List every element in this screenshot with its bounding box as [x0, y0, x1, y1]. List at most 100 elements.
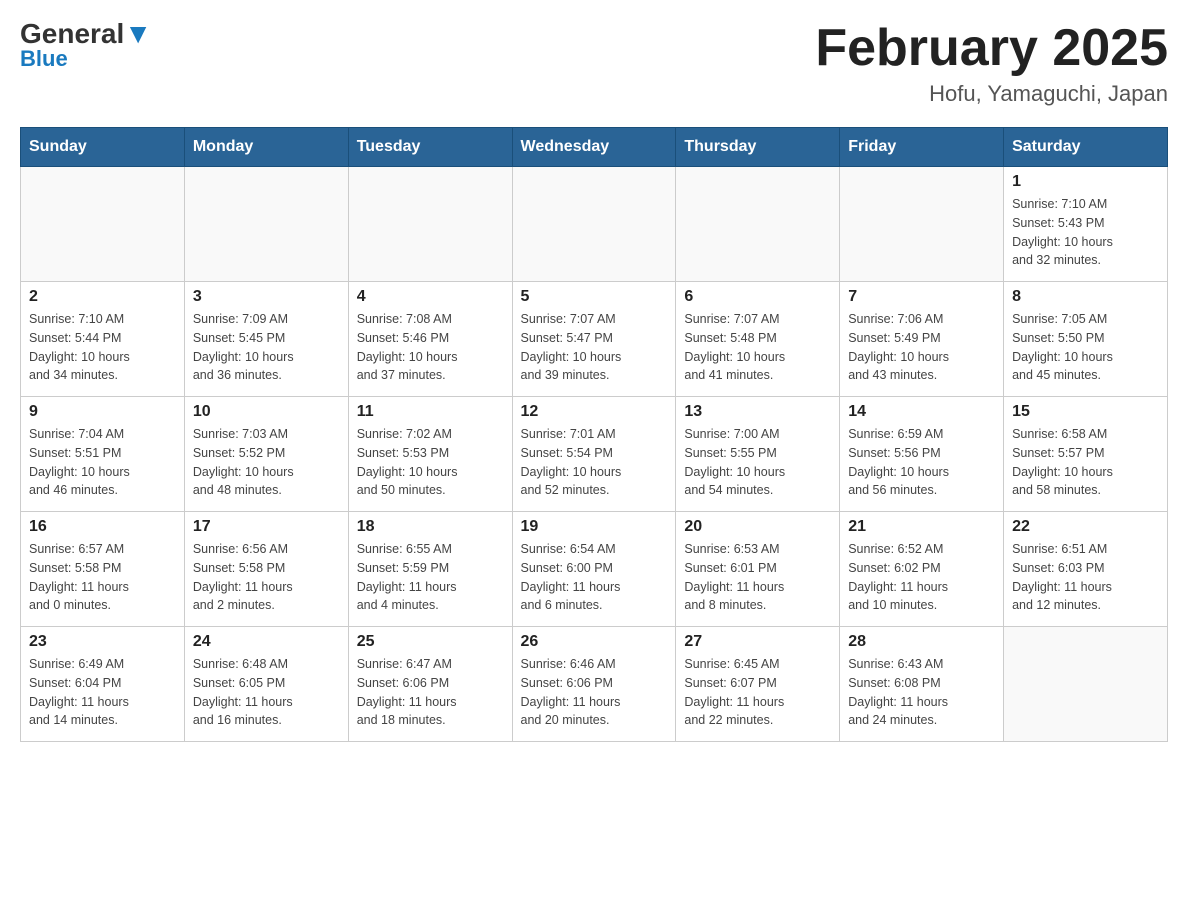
calendar-cell: 14 Sunrise: 6:59 AM Sunset: 5:56 PM Dayli…: [840, 397, 1004, 512]
day-number: 23: [29, 633, 176, 651]
calendar-cell: 9Sunrise: 7:04 AM Sunset: 5:51 PM Daylig…: [21, 397, 185, 512]
day-info: Sunrise: 6:47 AM Sunset: 6:06 PM Dayligh…: [357, 655, 504, 730]
day-number: 11: [357, 403, 504, 421]
day-number: 21: [848, 518, 995, 536]
day-info: Sunrise: 7:05 AM Sunset: 5:50 PM Dayligh…: [1012, 310, 1159, 385]
day-info: Sunrise: 6:57 AM Sunset: 5:58 PM Dayligh…: [29, 540, 176, 615]
calendar-cell: 23 Sunrise: 6:49 AM Sunset: 6:04 PM Dayli…: [21, 627, 185, 742]
col-friday: Friday: [840, 128, 1004, 167]
day-info: Sunrise: 7:08 AM Sunset: 5:46 PM Dayligh…: [357, 310, 504, 385]
day-info: Sunrise: 7:10 AM Sunset: 5:44 PM Dayligh…: [29, 310, 176, 385]
day-number: 16: [29, 518, 176, 536]
day-number: 24: [193, 633, 340, 651]
day-info: Sunrise: 6:59 AM Sunset: 5:56 PM Dayligh…: [848, 425, 995, 500]
calendar-cell: 17 Sunrise: 6:56 AM Sunset: 5:58 PM Dayli…: [184, 512, 348, 627]
calendar-cell: 24 Sunrise: 6:48 AM Sunset: 6:05 PM Dayli…: [184, 627, 348, 742]
calendar-cell: [840, 167, 1004, 282]
day-info: Sunrise: 7:03 AM Sunset: 5:52 PM Dayligh…: [193, 425, 340, 500]
day-number: 2: [29, 288, 176, 306]
day-info: Sunrise: 6:58 AM Sunset: 5:57 PM Dayligh…: [1012, 425, 1159, 500]
day-info: Sunrise: 6:48 AM Sunset: 6:05 PM Dayligh…: [193, 655, 340, 730]
day-number: 15: [1012, 403, 1159, 421]
page-header: General▼ Blue February 2025 Hofu, Yamagu…: [20, 20, 1168, 107]
location-subtitle: Hofu, Yamaguchi, Japan: [815, 81, 1168, 107]
calendar-cell: 28Sunrise: 6:43 AM Sunset: 6:08 PM Dayli…: [840, 627, 1004, 742]
day-number: 10: [193, 403, 340, 421]
day-number: 13: [684, 403, 831, 421]
day-info: Sunrise: 7:07 AM Sunset: 5:48 PM Dayligh…: [684, 310, 831, 385]
calendar-cell: 7 Sunrise: 7:06 AM Sunset: 5:49 PM Daylig…: [840, 282, 1004, 397]
calendar-cell: 8 Sunrise: 7:05 AM Sunset: 5:50 PM Daylig…: [1004, 282, 1168, 397]
day-number: 25: [357, 633, 504, 651]
calendar-cell: 21 Sunrise: 6:52 AM Sunset: 6:02 PM Dayli…: [840, 512, 1004, 627]
col-monday: Monday: [184, 128, 348, 167]
calendar-cell: 11 Sunrise: 7:02 AM Sunset: 5:53 PM Dayli…: [348, 397, 512, 512]
day-number: 6: [684, 288, 831, 306]
day-number: 4: [357, 288, 504, 306]
day-number: 1: [1012, 173, 1159, 191]
col-sunday: Sunday: [21, 128, 185, 167]
calendar-cell: 25 Sunrise: 6:47 AM Sunset: 6:06 PM Dayli…: [348, 627, 512, 742]
col-saturday: Saturday: [1004, 128, 1168, 167]
calendar-cell: [184, 167, 348, 282]
day-number: 12: [521, 403, 668, 421]
calendar-cell: [676, 167, 840, 282]
day-info: Sunrise: 6:43 AM Sunset: 6:08 PM Dayligh…: [848, 655, 995, 730]
calendar-header-row: Sunday Monday Tuesday Wednesday Thursday…: [21, 128, 1168, 167]
month-year-title: February 2025: [815, 20, 1168, 77]
calendar-cell: 12 Sunrise: 7:01 AM Sunset: 5:54 PM Dayli…: [512, 397, 676, 512]
calendar-cell: 1 Sunrise: 7:10 AM Sunset: 5:43 PM Daylig…: [1004, 167, 1168, 282]
week-row-3: 16 Sunrise: 6:57 AM Sunset: 5:58 PM Dayli…: [21, 512, 1168, 627]
logo: General▼ Blue: [20, 20, 152, 72]
col-thursday: Thursday: [676, 128, 840, 167]
col-wednesday: Wednesday: [512, 128, 676, 167]
calendar-cell: 15 Sunrise: 6:58 AM Sunset: 5:57 PM Dayli…: [1004, 397, 1168, 512]
day-info: Sunrise: 7:09 AM Sunset: 5:45 PM Dayligh…: [193, 310, 340, 385]
title-block: February 2025 Hofu, Yamaguchi, Japan: [815, 20, 1168, 107]
week-row-2: 9Sunrise: 7:04 AM Sunset: 5:51 PM Daylig…: [21, 397, 1168, 512]
day-info: Sunrise: 7:07 AM Sunset: 5:47 PM Dayligh…: [521, 310, 668, 385]
day-number: 7: [848, 288, 995, 306]
calendar-cell: 10 Sunrise: 7:03 AM Sunset: 5:52 PM Dayli…: [184, 397, 348, 512]
day-info: Sunrise: 6:49 AM Sunset: 6:04 PM Dayligh…: [29, 655, 176, 730]
calendar-cell: [21, 167, 185, 282]
day-info: Sunrise: 6:56 AM Sunset: 5:58 PM Dayligh…: [193, 540, 340, 615]
day-info: Sunrise: 6:53 AM Sunset: 6:01 PM Dayligh…: [684, 540, 831, 615]
logo-blue-text: Blue: [20, 46, 68, 72]
day-number: 27: [684, 633, 831, 651]
calendar-cell: 27 Sunrise: 6:45 AM Sunset: 6:07 PM Dayli…: [676, 627, 840, 742]
day-number: 20: [684, 518, 831, 536]
calendar-cell: 16 Sunrise: 6:57 AM Sunset: 5:58 PM Dayli…: [21, 512, 185, 627]
day-info: Sunrise: 7:10 AM Sunset: 5:43 PM Dayligh…: [1012, 195, 1159, 270]
day-info: Sunrise: 6:52 AM Sunset: 6:02 PM Dayligh…: [848, 540, 995, 615]
calendar-cell: 26Sunrise: 6:46 AM Sunset: 6:06 PM Dayli…: [512, 627, 676, 742]
logo-arrow-icon: ▼: [124, 18, 152, 49]
day-info: Sunrise: 6:54 AM Sunset: 6:00 PM Dayligh…: [521, 540, 668, 615]
calendar-cell: 2 Sunrise: 7:10 AM Sunset: 5:44 PM Daylig…: [21, 282, 185, 397]
calendar-cell: [1004, 627, 1168, 742]
calendar-cell: 6 Sunrise: 7:07 AM Sunset: 5:48 PM Daylig…: [676, 282, 840, 397]
logo-general-text: General▼: [20, 20, 152, 48]
day-number: 14: [848, 403, 995, 421]
week-row-1: 2 Sunrise: 7:10 AM Sunset: 5:44 PM Daylig…: [21, 282, 1168, 397]
day-info: Sunrise: 6:51 AM Sunset: 6:03 PM Dayligh…: [1012, 540, 1159, 615]
calendar-cell: [512, 167, 676, 282]
calendar-cell: 3 Sunrise: 7:09 AM Sunset: 5:45 PM Daylig…: [184, 282, 348, 397]
calendar-cell: 4 Sunrise: 7:08 AM Sunset: 5:46 PM Daylig…: [348, 282, 512, 397]
col-tuesday: Tuesday: [348, 128, 512, 167]
calendar-cell: 13 Sunrise: 7:00 AM Sunset: 5:55 PM Dayli…: [676, 397, 840, 512]
day-info: Sunrise: 7:06 AM Sunset: 5:49 PM Dayligh…: [848, 310, 995, 385]
day-info: Sunrise: 6:55 AM Sunset: 5:59 PM Dayligh…: [357, 540, 504, 615]
calendar-cell: 22Sunrise: 6:51 AM Sunset: 6:03 PM Dayli…: [1004, 512, 1168, 627]
calendar-cell: [348, 167, 512, 282]
day-info: Sunrise: 7:02 AM Sunset: 5:53 PM Dayligh…: [357, 425, 504, 500]
calendar-cell: 20 Sunrise: 6:53 AM Sunset: 6:01 PM Dayli…: [676, 512, 840, 627]
day-info: Sunrise: 6:45 AM Sunset: 6:07 PM Dayligh…: [684, 655, 831, 730]
day-number: 17: [193, 518, 340, 536]
day-info: Sunrise: 7:01 AM Sunset: 5:54 PM Dayligh…: [521, 425, 668, 500]
day-number: 8: [1012, 288, 1159, 306]
day-info: Sunrise: 7:00 AM Sunset: 5:55 PM Dayligh…: [684, 425, 831, 500]
calendar-cell: 18Sunrise: 6:55 AM Sunset: 5:59 PM Dayli…: [348, 512, 512, 627]
day-info: Sunrise: 7:04 AM Sunset: 5:51 PM Dayligh…: [29, 425, 176, 500]
day-number: 3: [193, 288, 340, 306]
